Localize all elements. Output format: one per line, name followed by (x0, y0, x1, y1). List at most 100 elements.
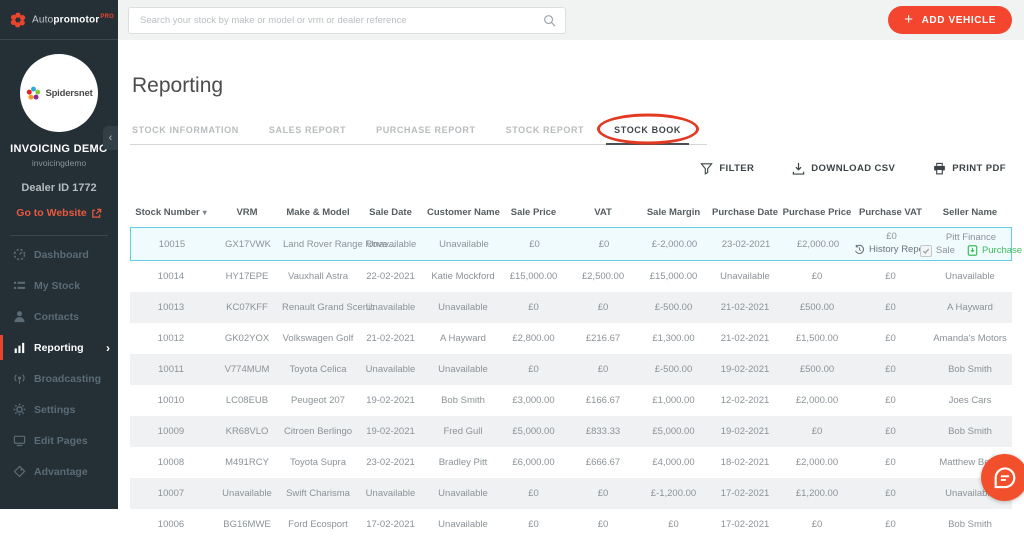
cell-purchase-date: 21-02-2021 (720, 302, 770, 313)
reporting-icon (13, 341, 26, 354)
cell-sale-date: 17-02-2021 (366, 519, 415, 530)
table-row-10007[interactable]: 10007 Unavailable Swift Charisma Unavailabl… (130, 478, 1012, 509)
column-header-customer-name[interactable]: Customer Name (427, 198, 500, 227)
cell-vrm: LC08EUB (225, 395, 269, 406)
cell-vrm: BG16MWE (223, 519, 271, 530)
stock-search-input[interactable] (138, 13, 543, 27)
sidebar-item-reporting[interactable]: Reporting › (0, 332, 118, 363)
report-tabs: STOCK INFORMATION SALES REPORT PURCHASE RE… (130, 113, 707, 145)
cell-purchase-vat: £0 (885, 519, 896, 530)
sidebar-item-advantage[interactable]: Advantage (0, 456, 118, 487)
spidersnet-flower-icon (25, 85, 42, 102)
tab-sales-report[interactable]: SALES REPORT (269, 125, 346, 135)
cell-vat: £0 (597, 519, 609, 530)
column-header-purchase-vat[interactable]: Purchase VAT (853, 198, 928, 227)
table-row-10010[interactable]: 10010 LC08EUB Peugeot 207 19-02-2021 Bob Smi… (130, 385, 1012, 416)
filter-button[interactable]: FILTER (694, 161, 760, 176)
purchase-link[interactable]: Purchase (967, 245, 1022, 256)
history-report-link[interactable]: History Report (854, 244, 930, 255)
cell-stock-number: 10010 (157, 395, 185, 406)
cell-make-model: Land Rover Range Rove... (283, 238, 396, 250)
cell-stock-number: 10013 (157, 302, 185, 313)
table-row-10013[interactable]: 10013 KC07KFF Renault Grand Scenic Unavaila… (130, 292, 1012, 323)
table-row-10006[interactable]: 10006 BG16MWE Ford Ecosport 17-02-2021 Unava… (130, 509, 1012, 540)
sidebar-divider (10, 235, 108, 236)
brand-pro-badge: PRO (100, 13, 115, 20)
purchase-doc-icon (967, 245, 978, 256)
cell-stock-number: 10012 (157, 333, 185, 344)
sidebar-item-contacts[interactable]: Contacts (0, 301, 118, 332)
sidebar-item-settings[interactable]: Settings (0, 394, 118, 425)
column-header-seller-name[interactable]: Seller Name (928, 198, 1012, 227)
cell-purchase-price: £0 (811, 426, 823, 437)
column-header-purchase-price[interactable]: Purchase Price (781, 198, 853, 227)
table-row-10009[interactable]: 10009 KR68VLO Citroen Berlingo 19-02-2021 Fr… (130, 416, 1012, 447)
cell-make-model: Citroen Berlingo (283, 426, 353, 437)
table-row-10012[interactable]: 10012 GK02YOX Volkswagen Golf 21-02-2021 A H… (130, 323, 1012, 354)
tab-stock-information[interactable]: STOCK INFORMATION (132, 125, 239, 135)
table-row-10011[interactable]: 10011 V774MUM Toyota Celica Unavailable Unav… (130, 354, 1012, 385)
red-circle-annotation (596, 113, 699, 145)
search-icon[interactable] (543, 14, 556, 27)
cell-make-model: Renault Grand Scenic (282, 302, 375, 313)
cell-purchase-vat: £0 (885, 395, 896, 406)
sidebar-item-edit-pages[interactable]: Edit Pages (0, 425, 118, 456)
column-header-sale-margin[interactable]: Sale Margin (638, 198, 709, 227)
cell-purchase-date: Unavailable (720, 271, 770, 282)
column-header-sale-price[interactable]: Sale Price (499, 198, 568, 227)
cell-purchase-price: £2,000.00 (795, 395, 839, 406)
column-header-stock-number[interactable]: Stock Number ▾ (130, 198, 212, 227)
cell-sale-date: 19-02-2021 (366, 426, 415, 437)
print-pdf-button[interactable]: PRINT PDF (927, 161, 1012, 176)
sale-checkbox[interactable] (919, 244, 932, 257)
cell-sale-price: £0 (528, 488, 539, 499)
tab-stock-report[interactable]: STOCK REPORT (506, 125, 585, 135)
cell-stock-number: 10011 (158, 364, 184, 375)
cell-customer-name: Unavailable (438, 364, 488, 375)
dealer-avatar: Spidersnet (20, 54, 98, 132)
cell-make-model: Ford Ecosport (288, 519, 348, 530)
cell-make-model: Swift Charisma (286, 488, 350, 499)
dealer-name: INVOICING DEMO (10, 143, 108, 155)
cell-purchase-vat: £0 (885, 426, 896, 437)
cell-vat: £666.67 (585, 457, 621, 468)
cell-sale-price: £0 (528, 364, 539, 375)
sidebar: AutopromotorPRO Spidersnet ‹ INVOICING D… (0, 0, 118, 509)
cell-vat: £0 (598, 238, 610, 250)
tab-purchase-report[interactable]: PURCHASE REPORT (376, 125, 476, 135)
sidebar-collapse-button[interactable]: ‹ (103, 126, 118, 150)
app-logo[interactable]: AutopromotorPRO (0, 0, 118, 40)
sidebar-item-broadcasting[interactable]: Broadcasting (0, 363, 118, 394)
download-csv-button[interactable]: DOWNLOAD CSV (786, 161, 901, 176)
table-row-10015[interactable]: 10015 GX17VWK Land Rover Range Rove... Unav… (130, 227, 1022, 261)
cell-make-model: Vauxhall Astra (287, 271, 349, 282)
chat-button[interactable] (981, 454, 1024, 501)
table-row-10014[interactable]: 10014 HY17EPE Vauxhall Astra 22-02-2021 Kati… (130, 261, 1012, 292)
sidebar-item-dashboard[interactable]: Dashboard (0, 239, 118, 270)
chevron-right-icon: › (106, 340, 110, 355)
column-header-vrm[interactable]: VRM (212, 198, 282, 227)
dashboard-icon (13, 248, 26, 261)
go-to-website-link[interactable]: Go to Website (16, 207, 101, 219)
contacts-icon (13, 310, 26, 323)
column-header-vat[interactable]: VAT (568, 198, 638, 227)
cell-seller-name: Pitt Finance Sale Purchase (919, 232, 1022, 257)
cell-seller-name: A Hayward (947, 302, 993, 313)
cell-vat: £0 (597, 488, 609, 499)
add-vehicle-button[interactable]: + ADD VEHICLE (888, 6, 1012, 34)
cell-sale-margin: £15,000.00 (649, 271, 698, 282)
edit-pages-icon (13, 434, 26, 447)
cell-make-model: Toyota Celica (289, 364, 347, 375)
dealer-username: invoicingdemo (31, 158, 87, 168)
column-header-sale-date[interactable]: Sale Date (354, 198, 427, 227)
column-header-purchase-date[interactable]: Purchase Date (709, 198, 781, 227)
cell-sale-margin: £0 (668, 519, 679, 530)
history-icon (854, 244, 865, 255)
sidebar-item-my-stock[interactable]: My Stock (0, 270, 118, 301)
tab-stock-book[interactable]: STOCK BOOK (596, 113, 699, 145)
column-header-make-model[interactable]: Make & Model (282, 198, 354, 227)
dealer-profile: Spidersnet ‹ INVOICING DEMO invoicingdem… (0, 40, 118, 221)
main-area: + ADD VEHICLE Reporting STOCK INFORMATIO… (118, 0, 1024, 530)
table-row-10008[interactable]: 10008 M491RCY Toyota Supra 23-02-2021 Bradle… (130, 447, 1012, 478)
cell-vat: £166.67 (585, 395, 621, 406)
